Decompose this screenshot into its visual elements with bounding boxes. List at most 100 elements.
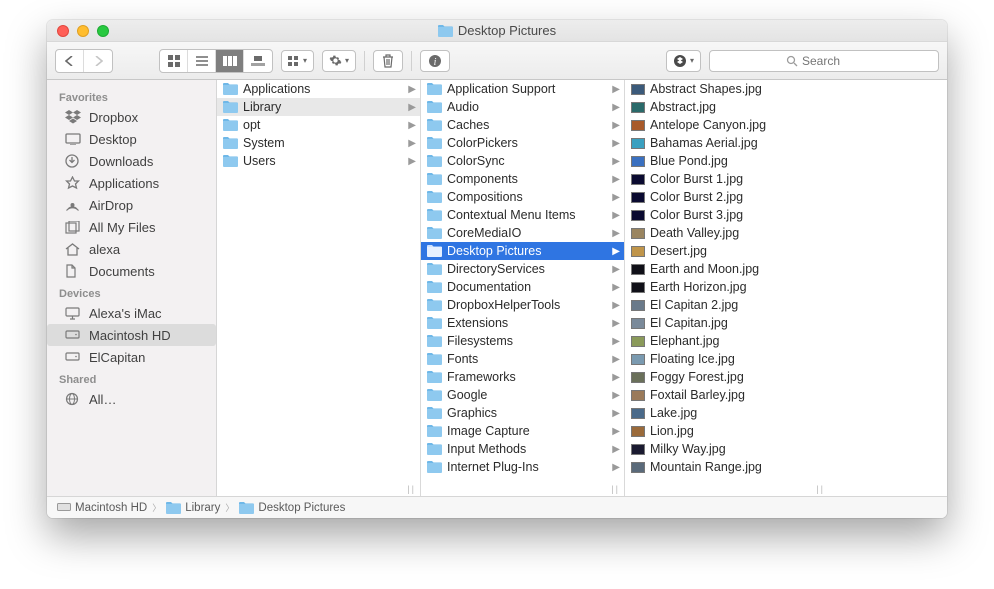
list-item[interactable]: Internet Plug-Ins▶: [421, 458, 624, 476]
list-item[interactable]: Fonts ▶: [421, 350, 624, 368]
list-item[interactable]: Input Methods▶: [421, 440, 624, 458]
list-item[interactable]: ColorPickers▶: [421, 134, 624, 152]
action-button[interactable]: ▾: [322, 50, 356, 72]
sidebar-item-alexa[interactable]: alexa: [47, 238, 216, 260]
image-thumbnail-icon: [631, 318, 645, 329]
sidebar-item-airdrop[interactable]: AirDrop: [47, 194, 216, 216]
list-item[interactable]: Compositions▶: [421, 188, 624, 206]
home-icon: [65, 243, 81, 256]
list-item[interactable]: Applications ▶: [217, 80, 420, 98]
list-item[interactable]: Image Capture▶: [421, 422, 624, 440]
trash-button[interactable]: [373, 50, 403, 72]
folder-icon: [427, 443, 442, 455]
list-item[interactable]: DropboxHelperTools▶: [421, 296, 624, 314]
list-item[interactable]: El Capitan 2.jpg: [625, 296, 829, 314]
list-item[interactable]: Library▶: [217, 98, 420, 116]
list-item[interactable]: DirectoryServices▶: [421, 260, 624, 278]
column-resize-handle[interactable]: ||: [611, 484, 620, 494]
list-view-button[interactable]: [188, 50, 216, 72]
list-item[interactable]: Elephant.jpg: [625, 332, 829, 350]
list-item[interactable]: Death Valley.jpg: [625, 224, 829, 242]
sidebar-item-all-my-files[interactable]: All My Files: [47, 216, 216, 238]
back-button[interactable]: [56, 50, 84, 72]
folder-icon: [427, 299, 442, 311]
list-item[interactable]: Foggy Forest.jpg: [625, 368, 829, 386]
list-item[interactable]: Extensions▶: [421, 314, 624, 332]
list-item[interactable]: Desert.jpg: [625, 242, 829, 260]
list-item[interactable]: Floating Ice.jpg: [625, 350, 829, 368]
window-title: Desktop Pictures: [47, 23, 947, 38]
list-item[interactable]: Lake.jpg: [625, 404, 829, 422]
sidebar-item-desktop[interactable]: Desktop: [47, 128, 216, 150]
column-resize-handle[interactable]: ||: [407, 484, 416, 494]
list-item[interactable]: El Capitan.jpg: [625, 314, 829, 332]
image-thumbnail-icon: [631, 462, 645, 473]
list-item[interactable]: Foxtail Barley.jpg: [625, 386, 829, 404]
forward-button[interactable]: [84, 50, 112, 72]
coverflow-view-button[interactable]: [244, 50, 272, 72]
list-item[interactable]: Milky Way.jpg: [625, 440, 829, 458]
icon-view-button[interactable]: [160, 50, 188, 72]
list-item[interactable]: ColorSync▶: [421, 152, 624, 170]
sidebar-item-all-[interactable]: All…: [47, 388, 216, 410]
chevron-right-icon: ▶: [408, 156, 416, 167]
chevron-right-icon: ▶: [612, 84, 620, 95]
dropbox-badge-button[interactable]: ▾: [666, 50, 701, 72]
list-item[interactable]: Bahamas Aerial.jpg: [625, 134, 829, 152]
list-item[interactable]: Components▶: [421, 170, 624, 188]
sidebar-item-documents[interactable]: Documents: [47, 260, 216, 282]
arrange-button[interactable]: ▾: [281, 50, 314, 72]
list-item[interactable]: Lion.jpg: [625, 422, 829, 440]
chevron-right-icon: ▶: [408, 84, 416, 95]
list-item[interactable]: Earth Horizon.jpg: [625, 278, 829, 296]
list-item[interactable]: Frameworks▶: [421, 368, 624, 386]
sidebar-item-macintosh-hd[interactable]: Macintosh HD: [47, 324, 216, 346]
list-item[interactable]: Audio▶: [421, 98, 624, 116]
path-segment[interactable]: Macintosh HD: [57, 502, 147, 514]
search-input[interactable]: [802, 54, 862, 68]
folder-icon: [223, 119, 238, 131]
column-view-button[interactable]: [216, 50, 244, 72]
sidebar-item-elcapitan[interactable]: ElCapitan: [47, 346, 216, 368]
sidebar-item-dropbox[interactable]: Dropbox: [47, 106, 216, 128]
list-item[interactable]: System▶: [217, 134, 420, 152]
sidebar-item-label: Alexa's iMac: [89, 306, 162, 321]
sidebar-item-alexa-s-imac[interactable]: Alexa's iMac: [47, 302, 216, 324]
list-item[interactable]: Mountain Range.jpg: [625, 458, 829, 476]
item-label: Compositions: [447, 190, 523, 204]
path-segment[interactable]: Library: [166, 502, 220, 514]
sidebar-item-label: Applications: [89, 176, 159, 191]
list-item[interactable]: Documentation▶: [421, 278, 624, 296]
titlebar[interactable]: Desktop Pictures: [47, 20, 947, 42]
list-item[interactable]: Blue Pond.jpg: [625, 152, 829, 170]
item-label: Input Methods: [447, 442, 526, 456]
list-item[interactable]: Desktop Pictures▶: [421, 242, 624, 260]
list-item[interactable]: Google▶: [421, 386, 624, 404]
list-item[interactable]: Abstract.jpg: [625, 98, 829, 116]
list-item[interactable]: Antelope Canyon.jpg: [625, 116, 829, 134]
list-item[interactable]: opt▶: [217, 116, 420, 134]
sidebar-item-downloads[interactable]: Downloads: [47, 150, 216, 172]
list-item[interactable]: Graphics▶: [421, 404, 624, 422]
search-field[interactable]: [709, 50, 939, 72]
list-item[interactable]: Color Burst 2.jpg: [625, 188, 829, 206]
get-info-button[interactable]: i: [420, 50, 450, 72]
list-item[interactable]: Caches▶: [421, 116, 624, 134]
list-item[interactable]: Color Burst 1.jpg: [625, 170, 829, 188]
column-resize-handle[interactable]: ||: [816, 484, 825, 494]
sidebar-item-applications[interactable]: Applications: [47, 172, 216, 194]
list-item[interactable]: Application Support▶: [421, 80, 624, 98]
path-segment[interactable]: Desktop Pictures: [239, 502, 345, 514]
list-item[interactable]: Abstract Shapes.jpg: [625, 80, 829, 98]
list-item[interactable]: Earth and Moon.jpg: [625, 260, 829, 278]
list-item[interactable]: CoreMediaIO▶: [421, 224, 624, 242]
item-label: Applications: [243, 82, 310, 96]
list-item[interactable]: Filesystems▶: [421, 332, 624, 350]
list-item[interactable]: Contextual Menu Items▶: [421, 206, 624, 224]
list-item[interactable]: Users▶: [217, 152, 420, 170]
toolbar: ▾ ▾ i ▾: [47, 42, 947, 80]
chevron-right-icon: ▶: [612, 354, 620, 365]
item-label: Fonts: [447, 352, 478, 366]
item-label: Lake.jpg: [650, 406, 697, 420]
list-item[interactable]: Color Burst 3.jpg: [625, 206, 829, 224]
